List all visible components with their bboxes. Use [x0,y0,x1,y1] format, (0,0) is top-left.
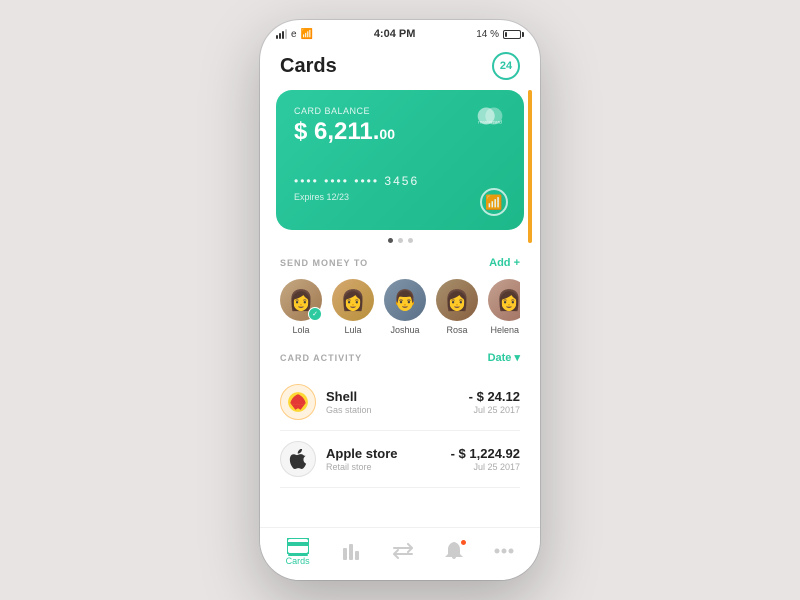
check-badge-lola: ✓ [308,307,322,321]
dot-3 [408,238,413,243]
transaction-apple[interactable]: Apple store Retail store - $ 1,224.92 Ju… [280,431,520,488]
contact-joshua[interactable]: 👨 Joshua [384,279,426,335]
avatar-wrap-lola: 👩 ✓ [280,279,322,321]
shell-amount: - $ 24.12 [469,389,520,404]
nav-active-indicator [288,554,308,556]
card-activity-section: CARD ACTIVITY Date ▾ Shell Gas stati [260,339,540,488]
scroll-content[interactable]: Cards 24 Card balance $ 6,211.00 masterc… [260,44,540,527]
card-scroll-bar [528,90,532,243]
apple-amount-area: - $ 1,224.92 Jul 25 2017 [451,446,520,472]
avatar-wrap-helena: 👩 [488,279,520,321]
contact-lula[interactable]: 👩 Lula [332,279,374,335]
nav-item-inner-cards [287,538,309,554]
avatar-wrap-rosa: 👩 [436,279,478,321]
credit-card[interactable]: Card balance $ 6,211.00 mastercard •••• … [276,90,524,230]
card-expires: Expires 12/23 [294,192,506,202]
carrier-label: e [291,29,297,40]
contact-name-helena: Helena V [490,325,520,335]
clock: 4:04 PM [374,28,416,40]
dot-2 [398,238,403,243]
status-right: 14 % [476,29,524,40]
nav-item-stats[interactable] [341,542,361,562]
apple-date: Jul 25 2017 [451,462,520,472]
apple-type: Retail store [326,462,441,472]
avatar-rosa: 👩 [436,279,478,321]
shell-type: Gas station [326,405,459,415]
cards-badge[interactable]: 24 [492,52,520,80]
shell-date: Jul 25 2017 [469,405,520,415]
contact-lola[interactable]: 👩 ✓ Lola [280,279,322,335]
nav-item-cards[interactable]: Cards [286,538,310,566]
nfc-icon: 📶 [480,188,508,216]
avatar-wrap-joshua: 👨 [384,279,426,321]
battery-percent: 14 % [476,29,499,40]
signal-icon [276,29,287,39]
avatar-joshua: 👨 [384,279,426,321]
avatar-lula: 👩 [332,279,374,321]
more-nav-icon [494,548,514,554]
svg-text:mastercard: mastercard [478,120,502,126]
apple-icon [280,441,316,477]
avatar-helena: 👩 [488,279,520,321]
send-money-title: SEND MONEY TO [280,258,368,268]
shell-amount-area: - $ 24.12 Jul 25 2017 [469,389,520,415]
nav-label-cards: Cards [286,556,310,566]
status-bar: e 📶 4:04 PM 14 % [260,20,540,44]
send-money-section: SEND MONEY TO Add + 👩 ✓ Lola [260,247,540,339]
page-header: Cards 24 [260,44,540,90]
stats-nav-icon [341,542,361,560]
card-number: •••• •••• •••• 3456 [294,174,506,188]
nav-item-notifications[interactable] [445,541,463,563]
card-area: Card balance $ 6,211.00 mastercard •••• … [260,90,540,243]
contact-name-lola: Lola [292,325,309,335]
contact-helena[interactable]: 👩 Helena V [488,279,520,335]
contact-name-joshua: Joshua [390,325,419,335]
send-money-header: SEND MONEY TO Add + [280,257,520,269]
apple-tx-info: Apple store Retail store [326,446,441,472]
mastercard-logo: mastercard [472,104,508,133]
wifi-icon: 📶 [301,29,313,40]
contact-rosa[interactable]: 👩 Rosa [436,279,478,335]
activity-title: CARD ACTIVITY [280,353,362,363]
phone-frame: e 📶 4:04 PM 14 % Cards 24 Card balance $… [260,20,540,580]
date-filter-button[interactable]: Date ▾ [488,351,520,364]
avatar-wrap-lula: 👩 [332,279,374,321]
page-title: Cards [280,55,337,78]
notification-badge [460,539,467,546]
contacts-list: 👩 ✓ Lola 👩 Lula [280,279,520,339]
shell-name: Shell [326,389,459,404]
apple-amount: - $ 1,224.92 [451,446,520,461]
transaction-shell[interactable]: Shell Gas station - $ 24.12 Jul 25 2017 [280,374,520,431]
dot-1 [388,238,393,243]
contact-name-rosa: Rosa [446,325,467,335]
shell-tx-info: Shell Gas station [326,389,459,415]
card-pagination [276,238,524,243]
card-nav-icon [287,538,309,554]
contact-name-lula: Lula [344,325,361,335]
bottom-nav: Cards [260,527,540,580]
add-contact-button[interactable]: Add + [489,257,520,269]
nav-item-more[interactable] [494,548,514,556]
nav-item-inner-bell [445,541,463,561]
shell-icon [280,384,316,420]
battery-icon [503,30,524,39]
transfer-nav-icon [392,543,414,559]
nav-item-transfer[interactable] [392,543,414,561]
activity-header: CARD ACTIVITY Date ▾ [280,351,520,364]
apple-name: Apple store [326,446,441,461]
status-left: e 📶 [276,29,313,40]
